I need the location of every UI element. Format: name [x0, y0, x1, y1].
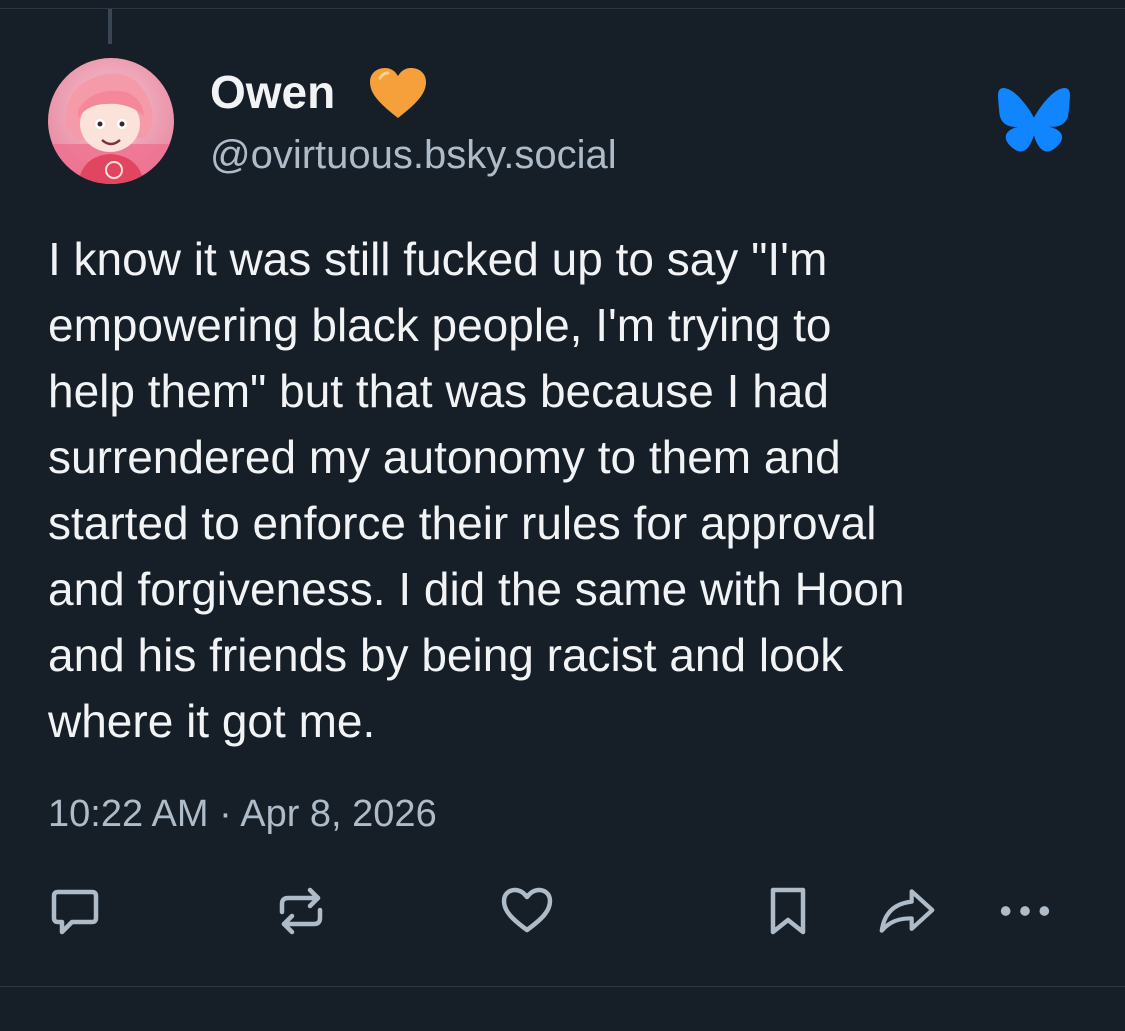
- bottom-divider: [0, 986, 1125, 987]
- more-options-button[interactable]: [996, 882, 1054, 940]
- orange-heart-icon: [368, 66, 428, 120]
- reply-button[interactable]: [46, 882, 104, 940]
- share-button[interactable]: [878, 882, 936, 940]
- author-handle[interactable]: @ovirtuous.bsky.social: [210, 130, 617, 180]
- like-button[interactable]: [498, 882, 556, 940]
- share-icon: [879, 889, 935, 933]
- repost-icon: [279, 887, 323, 935]
- thread-connector-line: [108, 9, 112, 44]
- post-timestamp: 10:22 AM · Apr 8, 2026: [48, 793, 437, 835]
- bluesky-butterfly-icon: [998, 88, 1070, 152]
- avatar[interactable]: [48, 58, 174, 184]
- more-icon: [1000, 906, 1050, 916]
- bookmark-button[interactable]: [759, 882, 817, 940]
- reply-icon: [51, 889, 99, 935]
- like-icon: [501, 887, 553, 933]
- repost-button[interactable]: [272, 882, 330, 940]
- post-body-text: I know it was still fucked up to say "I'…: [48, 233, 905, 747]
- bookmark-icon: [770, 887, 806, 935]
- author-name[interactable]: Owen: [210, 64, 335, 120]
- top-divider: [0, 8, 1125, 9]
